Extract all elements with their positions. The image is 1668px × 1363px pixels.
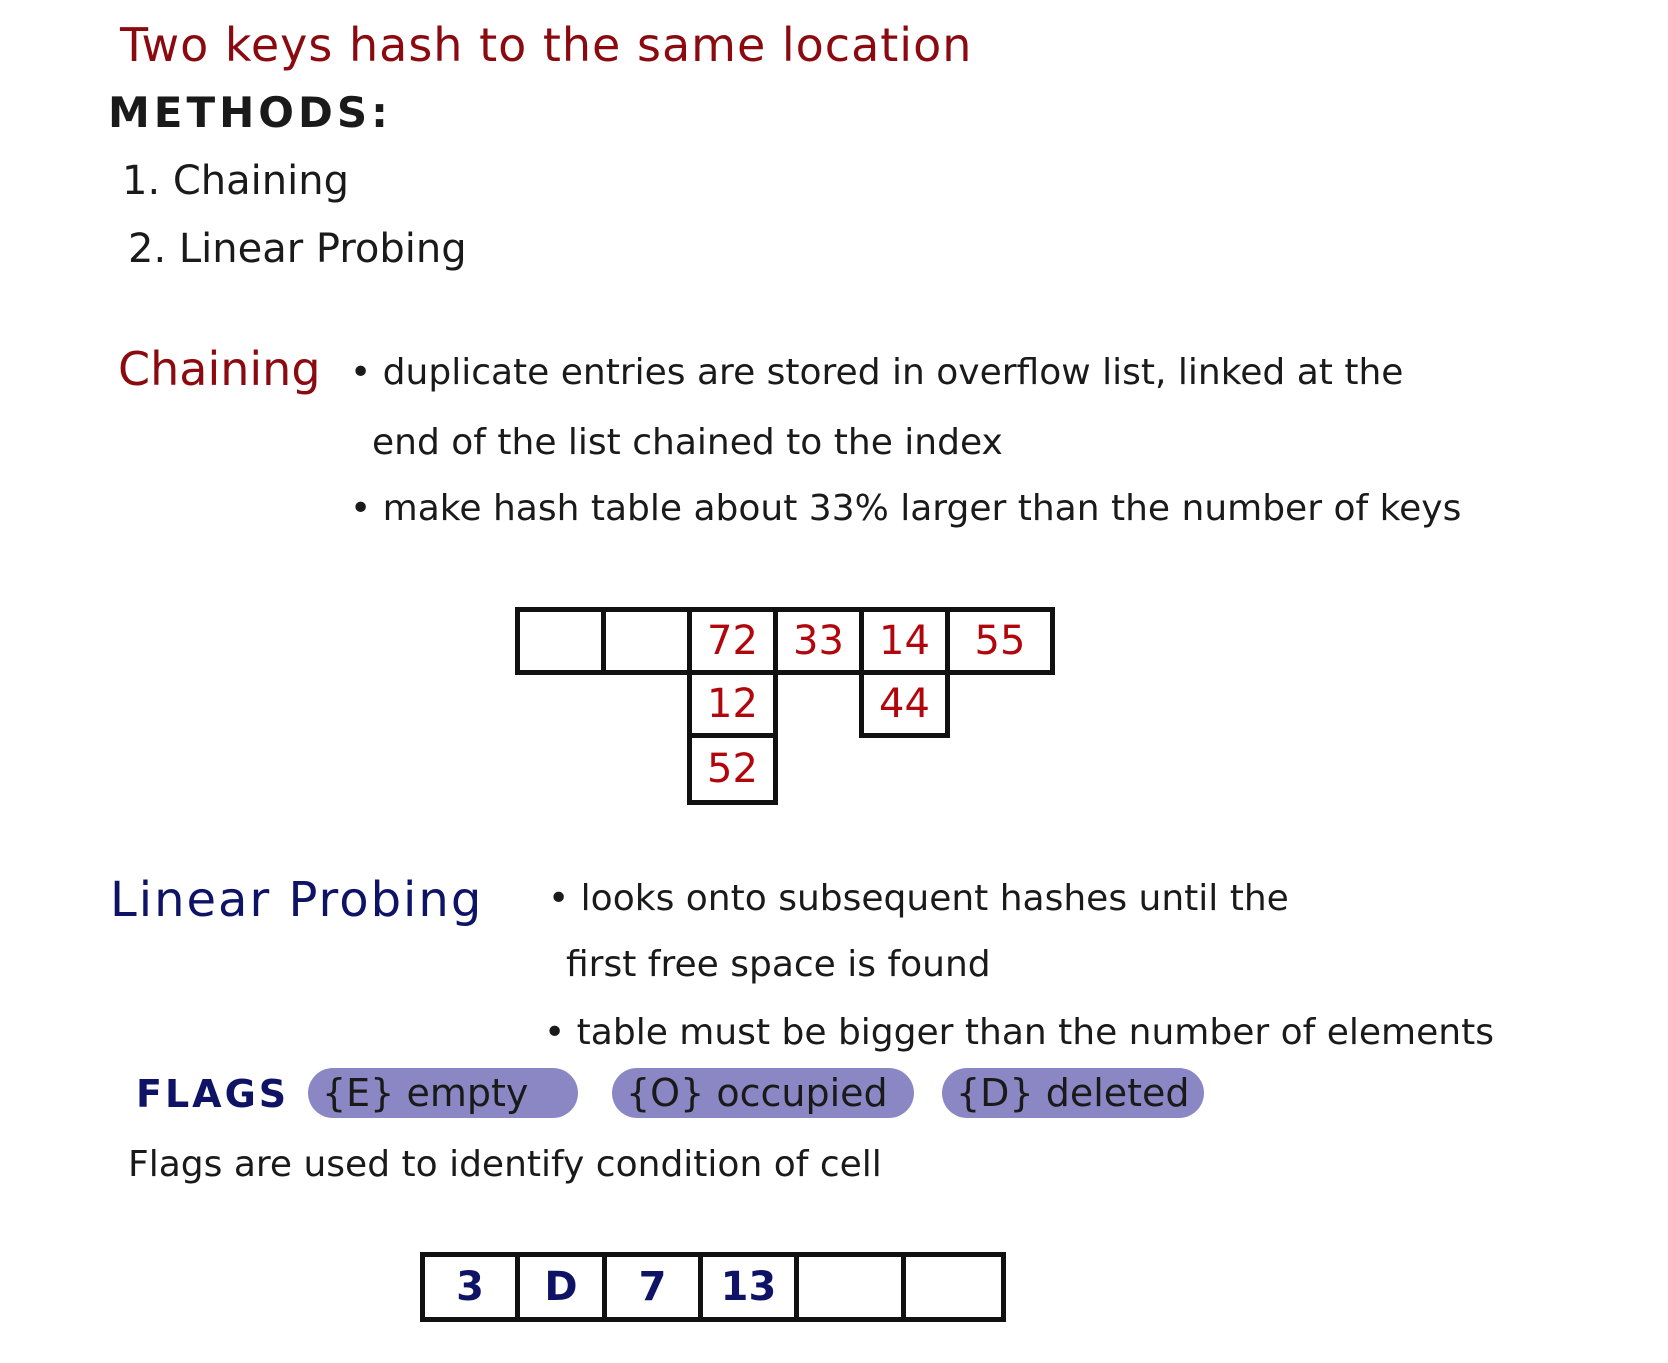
linear-probing-heading: Linear Probing [110, 872, 484, 928]
hash-cell-5: 55 [945, 607, 1055, 675]
page-title: Two keys hash to the same location [120, 18, 973, 72]
linear-probing-bullet-1-continued: first free space is found [566, 944, 991, 985]
probe-cell-1: D [515, 1252, 607, 1322]
probe-cell-2: 7 [602, 1252, 703, 1322]
chaining-heading: Chaining [118, 342, 321, 396]
chaining-bullet-1-continued: end of the list chained to the index [372, 422, 1003, 463]
hash-cell-2: 72 [687, 607, 778, 675]
flag-deleted: {D} deleted [942, 1068, 1204, 1118]
hash-cell-0 [515, 607, 606, 675]
hash-cell-1 [601, 607, 692, 675]
flag-occupied: {O} occupied [612, 1068, 914, 1118]
probe-cell-3: 13 [698, 1252, 799, 1322]
chain-node-72-1: 12 [687, 670, 778, 738]
flag-empty: {E} empty [308, 1068, 578, 1118]
chaining-bullet-1: • duplicate entries are stored in overfl… [350, 352, 1404, 393]
methods-heading: METHODS: [108, 88, 392, 137]
method-item-chaining: 1. Chaining [122, 158, 349, 204]
flags-description: Flags are used to identify condition of … [128, 1144, 882, 1185]
linear-probing-bullet-1: • looks onto subsequent hashes until the [548, 878, 1289, 919]
probe-cell-4 [794, 1252, 906, 1322]
flags-heading: FLAGS [136, 1072, 290, 1116]
probe-cell-5 [901, 1252, 1006, 1322]
probe-cell-0: 3 [420, 1252, 520, 1322]
chain-node-72-2: 52 [687, 733, 778, 805]
linear-probing-bullet-2: • table must be bigger than the number o… [544, 1012, 1494, 1053]
hash-cell-4: 14 [859, 607, 950, 675]
chaining-bullet-2: • make hash table about 33% larger than … [350, 488, 1462, 529]
method-item-linear-probing: 2. Linear Probing [128, 226, 467, 272]
chain-node-14-1: 44 [859, 670, 950, 738]
hash-cell-3: 33 [773, 607, 864, 675]
